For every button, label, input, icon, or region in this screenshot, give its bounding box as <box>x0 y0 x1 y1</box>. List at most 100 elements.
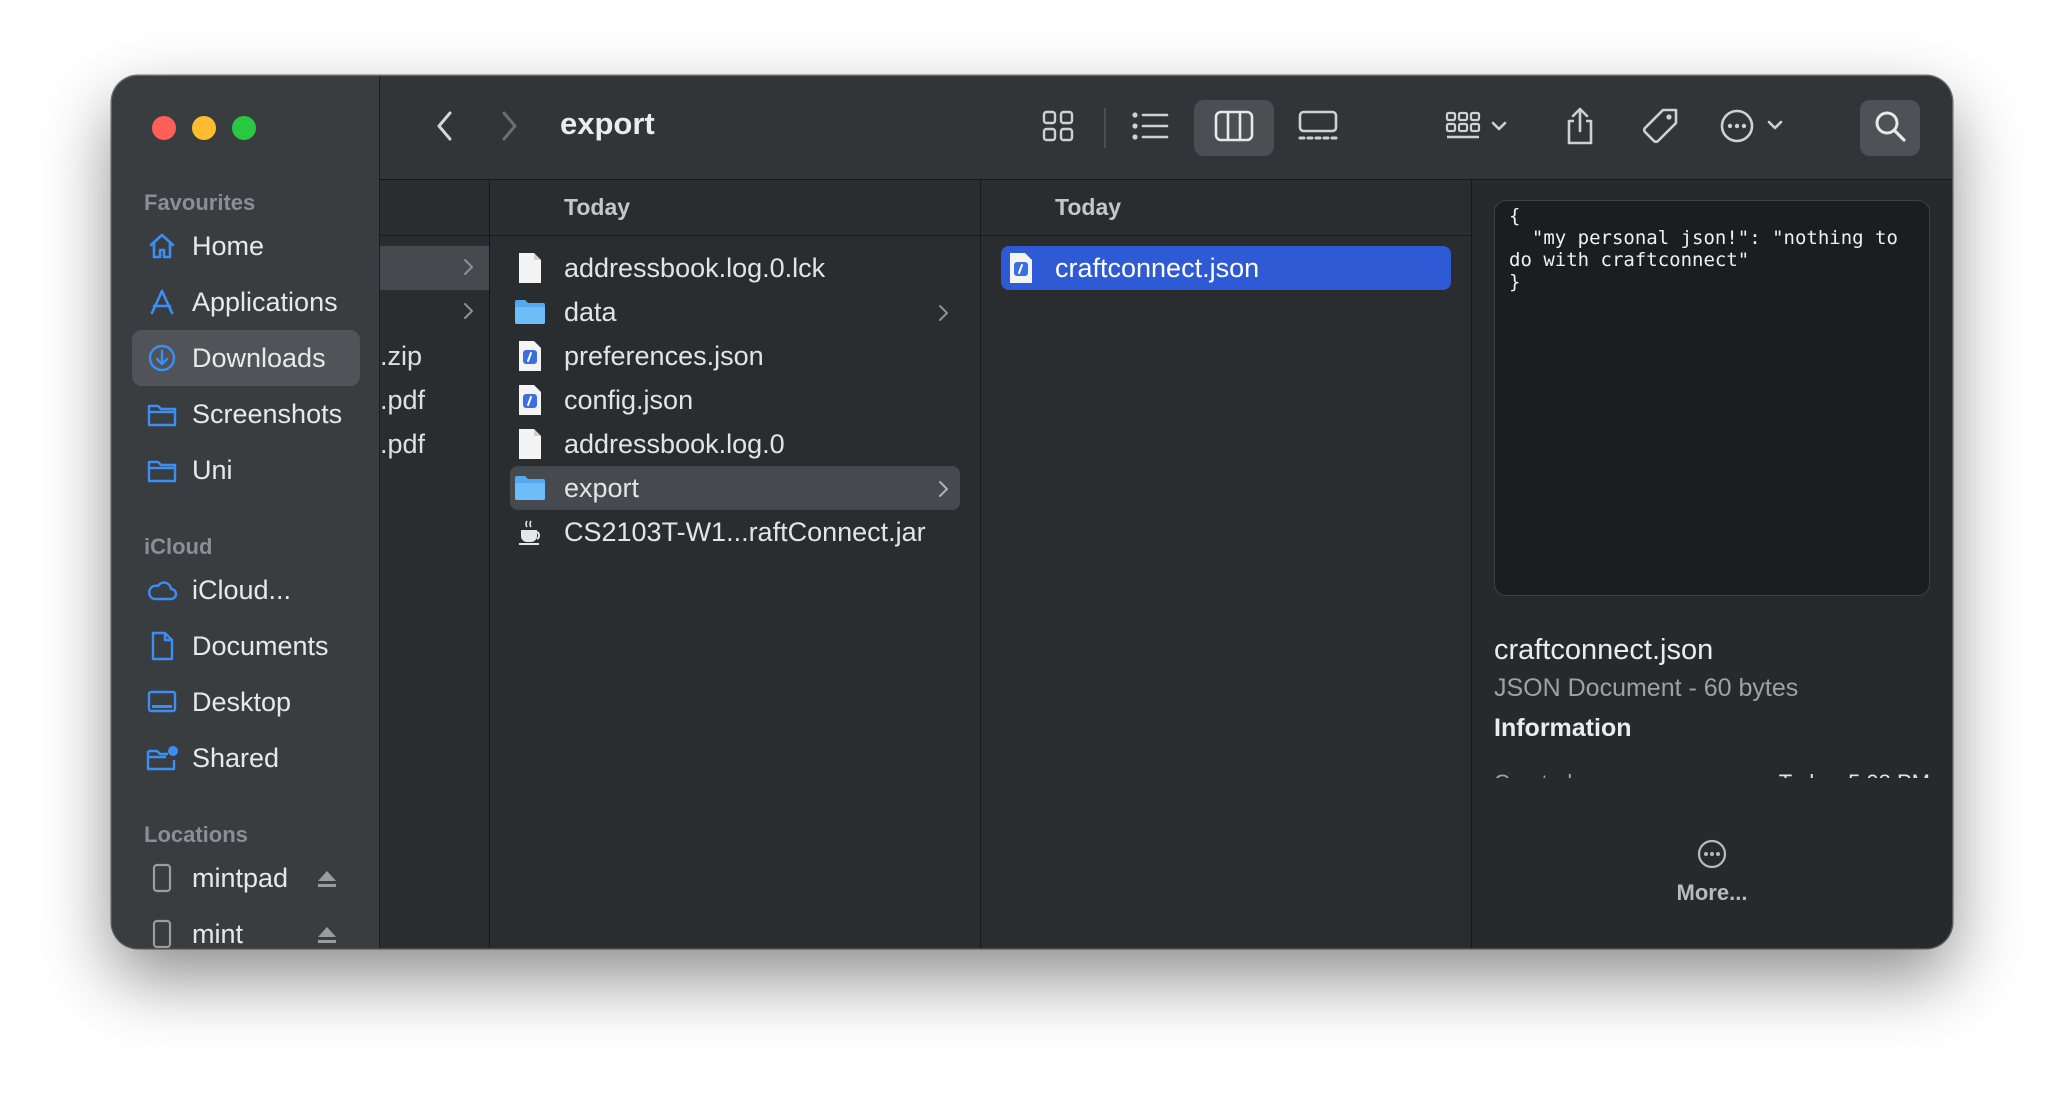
zoom-window-button[interactable] <box>232 116 256 140</box>
sidebar-item-label: Shared <box>192 742 280 773</box>
more-button[interactable]: More... <box>1472 880 1952 906</box>
chevron-right-icon <box>461 300 475 327</box>
column-export: Today craftconnect.json <box>981 180 1472 948</box>
sidebar-item-label: Downloads <box>192 342 326 373</box>
search-icon <box>1873 109 1907 148</box>
close-window-button[interactable] <box>152 116 176 140</box>
list-item[interactable]: config.json <box>510 378 960 422</box>
desktop-icon <box>146 686 178 718</box>
gallery-view-button[interactable] <box>1278 100 1358 156</box>
list-item[interactable]: CS2103T-W1...raftConnect.jar <box>510 510 960 554</box>
sidebar-item-label: Applications <box>192 286 338 317</box>
sidebar-item-downloads[interactable]: Downloads <box>132 330 360 386</box>
list-item[interactable]: addressbook.log.0 <box>510 422 960 466</box>
preview-pane: { "my personal json!": "nothing to do wi… <box>1472 180 1952 948</box>
chevron-right-icon <box>936 476 950 507</box>
tag-button[interactable] <box>1630 98 1690 158</box>
file-name: .pdf <box>380 384 426 415</box>
folder-icon <box>146 454 178 486</box>
icon-view-button[interactable] <box>1020 100 1096 156</box>
forward-button[interactable] <box>484 104 534 152</box>
json-file-icon <box>510 340 550 372</box>
back-button[interactable] <box>420 104 470 152</box>
list-item[interactable]: .zip <box>380 334 489 378</box>
sidebar-item-uni[interactable]: Uni <box>132 442 360 498</box>
file-name: .pdf <box>380 428 426 459</box>
sidebar-item-label: iCloud... <box>192 574 292 605</box>
share-button[interactable] <box>1552 98 1608 158</box>
created-label: Created <box>1494 770 1572 778</box>
column-header: Today <box>490 180 980 236</box>
sidebar-item-label: Documents <box>192 630 329 661</box>
eject-icon[interactable] <box>316 866 338 897</box>
sidebar-item-desktop[interactable]: Desktop <box>132 674 360 730</box>
file-name: addressbook.log.0 <box>564 428 785 459</box>
view-separator <box>1104 108 1106 148</box>
sidebar-item-screenshots[interactable]: Screenshots <box>132 386 360 442</box>
parent-folder-row[interactable] <box>380 290 489 334</box>
window-title: export <box>560 106 655 141</box>
cloud-icon <box>146 574 178 606</box>
java-jar-icon <box>510 518 550 546</box>
file-name: .zip <box>380 340 423 371</box>
group-icon <box>1445 109 1509 148</box>
file-icon <box>510 428 550 460</box>
column-view-icon <box>1214 110 1254 147</box>
file-name: export <box>564 472 640 503</box>
sidebar-item-shared[interactable]: Shared <box>132 730 360 786</box>
sidebar-item-documents[interactable]: Documents <box>132 618 360 674</box>
column-parent: .zip .pdf .pdf <box>380 180 490 948</box>
eject-icon[interactable] <box>316 922 338 948</box>
sidebar-item-label: Home <box>192 230 265 261</box>
parent-selected-row[interactable] <box>380 246 489 290</box>
list-item[interactable]: .pdf <box>380 422 489 466</box>
created-value: Today, 5:08 PM <box>1779 770 1930 778</box>
more-actions-button[interactable] <box>1710 98 1800 158</box>
file-icon <box>510 252 550 284</box>
shared-folder-icon <box>146 742 178 774</box>
sidebar-item-mint[interactable]: mint <box>132 906 360 948</box>
search-button[interactable] <box>1860 100 1920 156</box>
list-view-button[interactable] <box>1112 100 1188 156</box>
sidebar: Favourites Home Applications Downloads S… <box>112 76 380 948</box>
back-icon <box>435 110 455 147</box>
column-header <box>380 180 489 236</box>
file-name: CS2103T-W1...raftConnect.jar <box>564 516 926 547</box>
column-view-button[interactable] <box>1194 100 1274 156</box>
icon-view-icon <box>1041 109 1075 148</box>
preview-kind: JSON Document - 60 bytes <box>1494 674 1799 702</box>
sidebar-section-favourites: Favourites <box>144 190 256 215</box>
list-item[interactable]: preferences.json <box>510 334 960 378</box>
minimize-window-button[interactable] <box>192 116 216 140</box>
file-name: addressbook.log.0.lck <box>564 252 826 283</box>
toolbar: export <box>380 76 1952 180</box>
list-item[interactable]: data <box>510 290 960 334</box>
json-file-icon <box>1001 252 1041 284</box>
chevron-right-icon <box>936 300 950 331</box>
list-item[interactable]: addressbook.log.0.lck <box>510 246 960 290</box>
gallery-view-icon <box>1297 110 1339 147</box>
sidebar-item-applications[interactable]: Applications <box>132 274 360 330</box>
sidebar-section-locations: Locations <box>144 822 248 847</box>
json-file-icon <box>510 384 550 416</box>
sidebar-item-icloud-drive[interactable]: iCloud... <box>132 562 360 618</box>
list-item-selected[interactable]: craftconnect.json <box>1001 246 1451 290</box>
group-by-button[interactable] <box>1432 100 1522 156</box>
list-item-selected[interactable]: export <box>510 466 960 510</box>
list-view-icon <box>1131 111 1169 146</box>
column-downloads: Today addressbook.log.0.lck data prefere… <box>490 180 981 948</box>
sidebar-item-label: Uni <box>192 454 233 485</box>
applications-icon <box>146 286 178 318</box>
more-icon[interactable] <box>1694 836 1730 877</box>
sidebar-item-label: Desktop <box>192 686 292 717</box>
forward-icon <box>499 110 519 147</box>
sidebar-item-label: mint <box>192 918 244 949</box>
list-item[interactable]: .pdf <box>380 378 489 422</box>
file-name: data <box>564 296 617 327</box>
sidebar-item-mintpad[interactable]: mintpad <box>132 850 360 906</box>
downloads-icon <box>146 342 178 374</box>
tag-icon <box>1641 107 1679 150</box>
sidebar-section-icloud: iCloud <box>144 534 213 559</box>
file-name: config.json <box>564 384 694 415</box>
sidebar-item-home[interactable]: Home <box>132 218 360 274</box>
